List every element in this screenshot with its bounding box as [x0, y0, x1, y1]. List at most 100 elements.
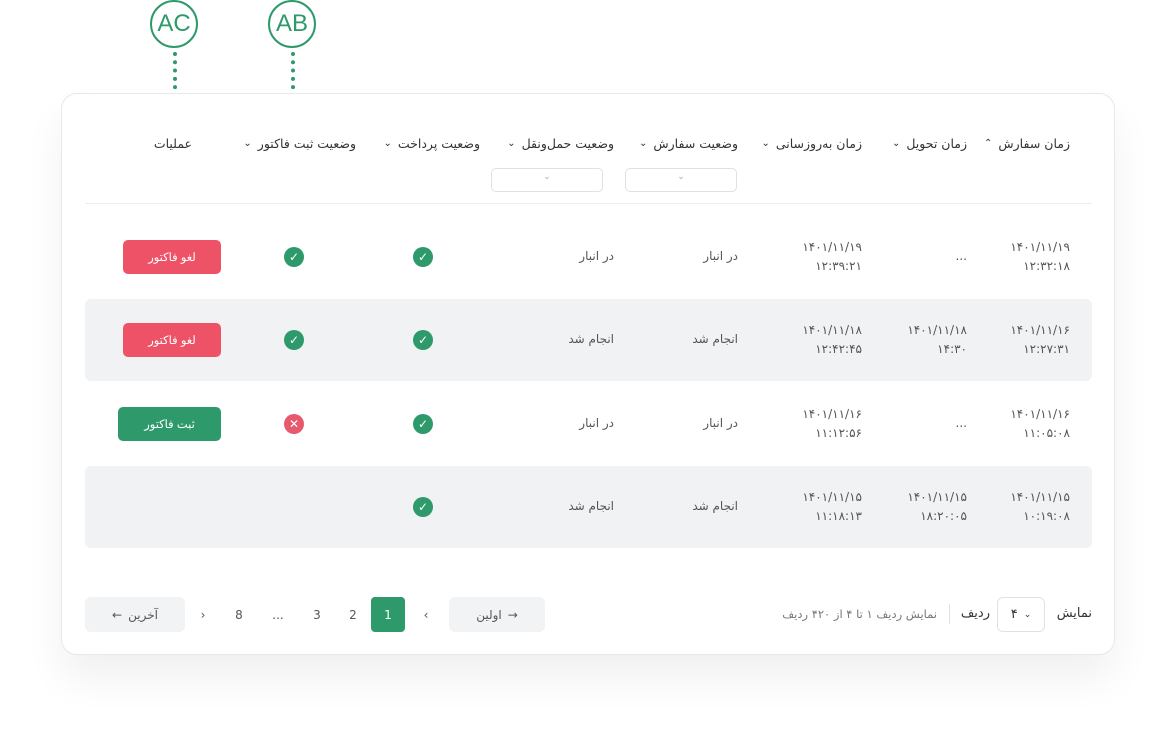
- rows-per-page-value: ۴: [1010, 607, 1018, 622]
- callout-ac: AC: [150, 0, 200, 114]
- callout-ab-label: AB: [268, 0, 316, 48]
- shipping-status-filter-select[interactable]: ⌄: [491, 168, 603, 192]
- order-status-cell: انجام شد: [692, 332, 738, 346]
- updated-time-cell: ۱۴۰۱/۱۱/۱۶ ۱۱:۱۲:۵۶: [772, 405, 862, 443]
- shipping-status-cell: در انبار: [579, 416, 614, 430]
- order-clock: ۱۲:۲۷:۳۱: [1023, 342, 1070, 356]
- table-row: ۱۴۰۱/۱۱/۱۶ ۱۲:۲۷:۳۱ ۱۴۰۱/۱۱/۱۸ ۱۴:۳۰ ۱۴۰۱/…: [85, 299, 1092, 381]
- arrow-right-icon: →: [507, 607, 518, 622]
- check-icon: ✓: [413, 497, 433, 517]
- first-page-button[interactable]: اولین →: [449, 597, 545, 632]
- updated-date: ۱۴۰۱/۱۱/۱۵: [802, 490, 862, 504]
- orders-table-card: زمان سفارش ⌃ زمان تحویل ⌄ زمان به‌روزسان…: [61, 93, 1115, 655]
- order-clock: ۱۰:۱۹:۰۸: [1023, 509, 1070, 523]
- updated-date: ۱۴۰۱/۱۱/۱۹: [802, 240, 862, 254]
- header-payment-status-label: وضعیت پرداخت: [397, 136, 480, 151]
- header-updated-time-label: زمان به‌روزسانی: [775, 136, 862, 151]
- rows-range-info: نمایش ردیف ۱ تا ۴ از ۴۲۰ ردیف: [782, 607, 937, 621]
- chevron-down-icon: ⌄: [383, 138, 392, 149]
- table-row: ۱۴۰۱/۱۱/۱۹ ۱۲:۳۲:۱۸ ... ۱۴۰۱/۱۱/۱۹ ۱۲:۳۹:۲…: [85, 216, 1092, 298]
- table-row: ۱۴۰۱/۱۱/۱۶ ۱۱:۰۵:۰۸ ... ۱۴۰۱/۱۱/۱۶ ۱۱:۱۲:۵…: [85, 383, 1092, 465]
- arrow-left-icon: ←: [112, 607, 123, 622]
- header-delivery-time[interactable]: زمان تحویل ⌄: [892, 136, 967, 151]
- order-clock: ۱۱:۰۵:۰۸: [1023, 426, 1070, 440]
- header-order-status-label: وضعیت سفارش: [653, 136, 738, 151]
- updated-date: ۱۴۰۱/۱۱/۱۸: [802, 323, 862, 337]
- last-page-label: آخرین: [128, 607, 158, 622]
- updated-time-cell: ۱۴۰۱/۱۱/۱۵ ۱۱:۱۸:۱۳: [772, 488, 862, 526]
- prev-page-button[interactable]: ‹: [409, 597, 443, 632]
- callout-ac-label: AC: [150, 0, 198, 48]
- chevron-down-icon: ⌄: [1023, 609, 1032, 620]
- table-row: ۱۴۰۱/۱۱/۱۵ ۱۰:۱۹:۰۸ ۱۴۰۱/۱۱/۱۵ ۱۸:۲۰:۰۵ ۱۴…: [85, 466, 1092, 548]
- order-time-cell: ۱۴۰۱/۱۱/۱۶ ۱۱:۰۵:۰۸: [980, 405, 1070, 443]
- order-status-filter-select[interactable]: ⌄: [625, 168, 737, 192]
- delivery-time-cell: ۱۴۰۱/۱۱/۱۵ ۱۸:۲۰:۰۵: [877, 488, 967, 526]
- chevron-down-icon: ⌄: [761, 138, 770, 149]
- order-date: ۱۴۰۱/۱۱/۱۶: [1010, 323, 1070, 337]
- delivery-time-cell: ...: [955, 416, 967, 430]
- updated-date: ۱۴۰۱/۱۱/۱۶: [802, 407, 862, 421]
- header-delivery-time-label: زمان تحویل: [906, 136, 967, 151]
- delivery-clock: ۱۸:۲۰:۰۵: [920, 509, 967, 523]
- chevron-down-icon: ⌄: [677, 172, 685, 182]
- check-icon: ✓: [413, 414, 433, 434]
- order-date: ۱۴۰۱/۱۱/۱۹: [1010, 240, 1070, 254]
- register-invoice-button[interactable]: ثبت فاکتور: [118, 407, 221, 441]
- updated-time-cell: ۱۴۰۱/۱۱/۱۹ ۱۲:۳۹:۲۱: [772, 238, 862, 276]
- chevron-right-icon: ›: [200, 607, 206, 622]
- shipping-status-cell: انجام شد: [568, 332, 614, 346]
- check-icon: ✓: [284, 330, 304, 350]
- delivery-date: ۱۴۰۱/۱۱/۱۸: [907, 323, 967, 337]
- updated-clock: ۱۱:۱۲:۵۶: [815, 426, 862, 440]
- rows-label: ردیف: [960, 606, 990, 621]
- rows-per-page-select[interactable]: ۴ ⌄: [997, 597, 1045, 632]
- cancel-invoice-button[interactable]: لغو فاکتور: [123, 323, 221, 357]
- shipping-status-cell: در انبار: [579, 249, 614, 263]
- order-clock: ۱۲:۳۲:۱۸: [1023, 259, 1070, 273]
- updated-clock: ۱۲:۴۲:۴۵: [815, 342, 862, 356]
- order-status-cell: در انبار: [703, 249, 738, 263]
- updated-clock: ۱۲:۳۹:۲۱: [815, 259, 862, 273]
- header-updated-time[interactable]: زمان به‌روزسانی ⌄: [761, 136, 862, 151]
- pagination-divider: [949, 604, 950, 624]
- delivery-time-cell: ۱۴۰۱/۱۱/۱۸ ۱۴:۳۰: [877, 321, 967, 359]
- header-payment-status[interactable]: وضعیت پرداخت ⌄: [383, 136, 480, 151]
- cross-icon: ✕: [284, 414, 304, 434]
- pagination-bar: نمایش ۴ ⌄ ردیف نمایش ردیف ۱ تا ۴ از ۴۲۰ …: [85, 597, 1092, 633]
- header-shipping-status-label: وضعیت حمل‌ونقل: [521, 136, 614, 151]
- page-ellipsis: ...: [272, 607, 284, 622]
- cancel-invoice-button[interactable]: لغو فاکتور: [123, 240, 221, 274]
- chevron-down-icon: ⌄: [507, 138, 516, 149]
- header-order-time[interactable]: زمان سفارش ⌃: [984, 136, 1070, 151]
- page-3-button[interactable]: 3: [300, 597, 334, 632]
- order-status-cell: انجام شد: [692, 499, 738, 513]
- updated-time-cell: ۱۴۰۱/۱۱/۱۸ ۱۲:۴۲:۴۵: [772, 321, 862, 359]
- order-date: ۱۴۰۱/۱۱/۱۶: [1010, 407, 1070, 421]
- last-page-button[interactable]: ← آخرین: [85, 597, 185, 632]
- page-2-button[interactable]: 2: [336, 597, 370, 632]
- callout-ab: AB: [268, 0, 318, 114]
- delivery-date: ۱۴۰۱/۱۱/۱۵: [907, 490, 967, 504]
- updated-clock: ۱۱:۱۸:۱۳: [815, 509, 862, 523]
- order-time-cell: ۱۴۰۱/۱۱/۱۶ ۱۲:۲۷:۳۱: [980, 321, 1070, 359]
- next-page-button[interactable]: ›: [186, 597, 220, 632]
- header-invoice-status[interactable]: وضعیت ثبت فاکتور ⌄: [243, 136, 356, 151]
- check-icon: ✓: [413, 330, 433, 350]
- table-header: زمان سفارش ⌃ زمان تحویل ⌄ زمان به‌روزسان…: [85, 126, 1092, 204]
- chevron-down-icon: ⌄: [639, 138, 648, 149]
- check-icon: ✓: [284, 247, 304, 267]
- shipping-status-cell: انجام شد: [568, 499, 614, 513]
- header-shipping-status[interactable]: وضعیت حمل‌ونقل ⌄: [507, 136, 614, 151]
- order-time-cell: ۱۴۰۱/۱۱/۱۹ ۱۲:۳۲:۱۸: [980, 238, 1070, 276]
- order-time-cell: ۱۴۰۱/۱۱/۱۵ ۱۰:۱۹:۰۸: [980, 488, 1070, 526]
- page-1-button[interactable]: 1: [371, 597, 405, 632]
- chevron-up-icon: ⌃: [984, 138, 993, 149]
- header-order-status[interactable]: وضعیت سفارش ⌄: [639, 136, 738, 151]
- check-icon: ✓: [413, 247, 433, 267]
- page-8-button[interactable]: 8: [222, 597, 256, 632]
- chevron-left-icon: ‹: [423, 607, 429, 622]
- header-actions-label: عملیات: [153, 136, 192, 151]
- chevron-down-icon: ⌄: [543, 172, 551, 182]
- header-actions: عملیات: [154, 136, 192, 151]
